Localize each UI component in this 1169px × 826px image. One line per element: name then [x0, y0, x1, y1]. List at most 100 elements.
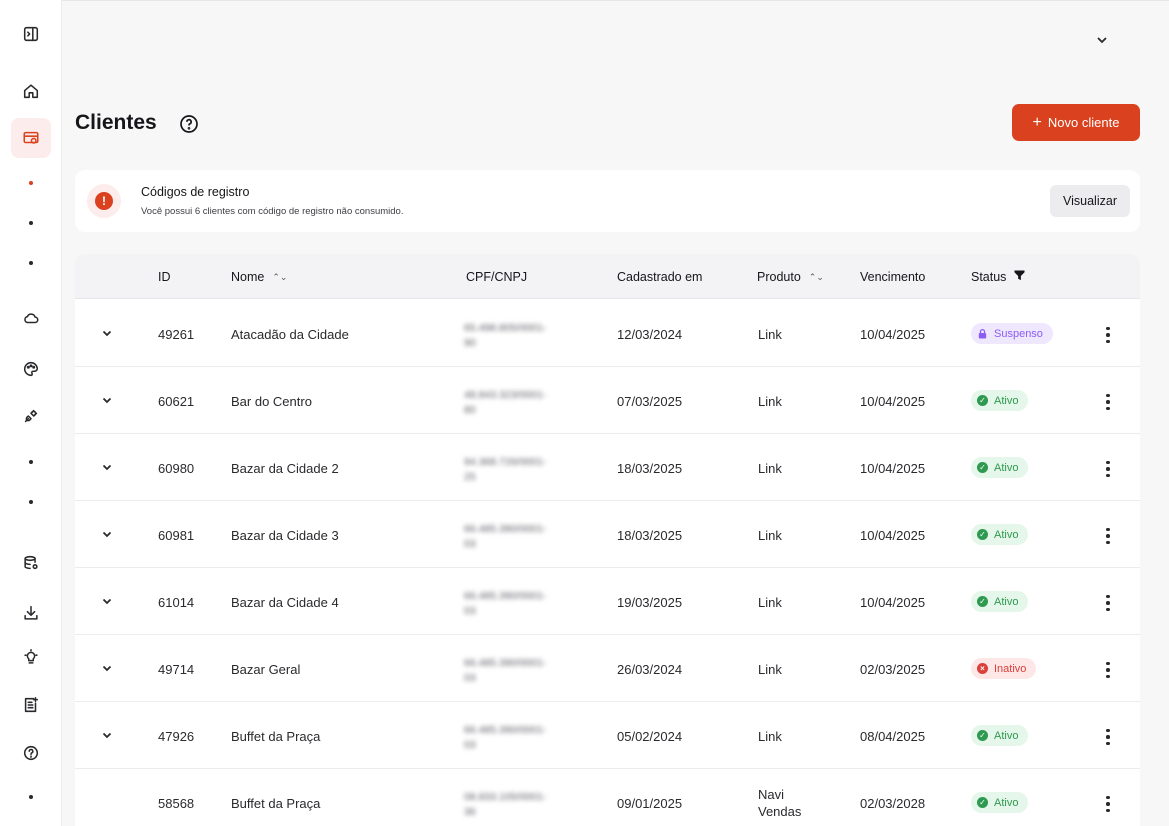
table-row[interactable]: 49714 Bazar Geral 66.485.390/0001- 03 26/03/…: [75, 635, 1140, 702]
plus-icon: +: [1032, 113, 1042, 131]
more-options-icon[interactable]: [1101, 392, 1115, 412]
table-row[interactable]: 60980 Bazar da Cidade 2 94.368.726/0001- 25…: [75, 434, 1140, 501]
cell-due: 10/04/2025: [860, 327, 926, 342]
table-row[interactable]: 60621 Bar do Centro 48.843.323/0001- 80 07/0…: [75, 367, 1140, 434]
submenu-dot[interactable]: [29, 261, 33, 265]
report-icon[interactable]: [11, 685, 51, 725]
more-options-icon[interactable]: [1101, 325, 1115, 345]
cloud-icon[interactable]: [11, 298, 51, 338]
chevron-down-icon[interactable]: [1092, 30, 1112, 50]
chevron-down-icon[interactable]: [101, 728, 115, 742]
cell-doc: 66.485.390/0001- 03: [464, 723, 559, 753]
column-header-product[interactable]: Produto ⌃⌄: [757, 270, 824, 284]
chevron-down-icon[interactable]: [101, 326, 115, 340]
chevron-down-icon[interactable]: [101, 393, 115, 407]
cell-product: Link: [758, 528, 782, 543]
chevron-down-icon[interactable]: [101, 460, 115, 474]
page-title: Clientes: [75, 111, 157, 134]
clients-table: ID Nome ⌃⌄ CPF/CNPJ Cadastrado em Produto…: [75, 254, 1140, 826]
submenu-dot[interactable]: [29, 795, 33, 799]
status-badge: ✓ Ativo: [971, 725, 1029, 746]
cell-doc-line1: 66.485.390/0001-: [464, 724, 547, 736]
question-circle-icon[interactable]: [179, 114, 199, 134]
lightbulb-icon[interactable]: [11, 637, 51, 677]
sidebar-toggle-icon[interactable]: [11, 14, 51, 54]
more-options-icon[interactable]: [1101, 526, 1115, 546]
table-row[interactable]: 47926 Buffet da Praça 66.485.390/0001- 03 05…: [75, 702, 1140, 769]
chevron-down-icon[interactable]: [101, 594, 115, 608]
cell-doc-line1: 66.485.390/0001-: [464, 590, 547, 602]
table-row[interactable]: 58568 Buffet da Praça 08.833.105/0001- 36 09…: [75, 769, 1140, 826]
clients-card-icon[interactable]: [11, 118, 51, 158]
cell-due: 10/04/2025: [860, 595, 926, 610]
cell-doc: 08.833.105/0001- 36: [464, 790, 559, 820]
cell-name[interactable]: Bazar da Cidade 4: [231, 595, 339, 610]
status-label: Ativo: [994, 595, 1019, 608]
cell-product: Link: [758, 595, 782, 610]
plug-icon[interactable]: [11, 396, 51, 436]
home-icon[interactable]: [11, 71, 51, 111]
alert-icon-wrap: !: [87, 184, 121, 218]
sort-icon[interactable]: ⌃⌄: [272, 272, 287, 283]
cell-doc-line2: 03: [464, 538, 476, 550]
status-badge: × Inativo: [971, 658, 1037, 679]
chevron-down-icon[interactable]: [101, 661, 115, 675]
cell-doc-line1: 48.843.323/0001-: [464, 389, 547, 401]
submenu-dot[interactable]: [29, 181, 33, 185]
palette-icon[interactable]: [11, 349, 51, 389]
view-button[interactable]: Visualizar: [1050, 185, 1130, 217]
check-circle-icon: ✓: [977, 797, 988, 808]
cell-created: 18/03/2025: [617, 528, 683, 543]
submenu-dot[interactable]: [29, 500, 33, 504]
help-icon[interactable]: [11, 733, 51, 773]
cell-doc-line1: 65.498.805/0001-: [464, 322, 547, 334]
cell-doc: 94.368.726/0001- 25: [464, 455, 559, 485]
more-options-icon[interactable]: [1101, 459, 1115, 479]
database-icon[interactable]: [11, 543, 51, 583]
cell-product: Link: [758, 327, 782, 342]
column-header-id: ID: [158, 270, 171, 284]
cell-doc: 48.843.323/0001- 80: [464, 388, 559, 418]
table-row[interactable]: 61014 Bazar da Cidade 4 66.485.390/0001- 03…: [75, 568, 1140, 635]
column-header-created: Cadastrado em: [617, 270, 703, 284]
cell-name[interactable]: Bazar da Cidade 2: [231, 461, 339, 476]
cell-doc-line2: 03: [464, 739, 476, 751]
status-badge: ✓ Ativo: [971, 524, 1029, 545]
submenu-dot[interactable]: [29, 460, 33, 464]
check-circle-icon: ✓: [977, 596, 988, 607]
filter-icon[interactable]: [1014, 270, 1025, 284]
status-label: Ativo: [994, 729, 1019, 742]
cell-due: 10/04/2025: [860, 394, 926, 409]
cell-id: 47926: [158, 729, 195, 744]
table-row[interactable]: 60981 Bazar da Cidade 3 66.485.390/0001- 03…: [75, 501, 1140, 568]
cell-doc-line2: 03: [464, 672, 476, 684]
status-label: Ativo: [994, 528, 1019, 541]
cell-name[interactable]: Buffet da Praça: [231, 729, 320, 744]
new-client-button[interactable]: + Novo cliente: [1012, 104, 1140, 141]
submenu-dot[interactable]: [29, 221, 33, 225]
cell-doc-line1: 66.485.390/0001-: [464, 523, 547, 535]
more-options-icon[interactable]: [1101, 593, 1115, 613]
more-options-icon[interactable]: [1101, 660, 1115, 680]
more-options-icon[interactable]: [1101, 794, 1115, 814]
table-row[interactable]: 49261 Atacadão da Cidade 65.498.805/0001- 9…: [75, 300, 1140, 367]
table-header: ID Nome ⌃⌄ CPF/CNPJ Cadastrado em Produto…: [75, 254, 1140, 299]
download-icon[interactable]: [11, 593, 51, 633]
cell-name[interactable]: Bazar Geral: [231, 662, 300, 677]
status-badge: ✓ Ativo: [971, 792, 1029, 813]
cell-product-line2: Vendas: [758, 804, 802, 819]
chevron-down-icon[interactable]: [101, 527, 115, 541]
more-options-icon[interactable]: [1101, 727, 1115, 747]
cell-name[interactable]: Buffet da Praça: [231, 796, 320, 811]
cell-due: 02/03/2025: [860, 662, 926, 677]
cell-doc: 66.485.390/0001- 03: [464, 589, 559, 619]
cell-name[interactable]: Bazar da Cidade 3: [231, 528, 339, 543]
check-circle-icon: ✓: [977, 462, 988, 473]
top-divider: [62, 0, 1169, 1]
sort-icon[interactable]: ⌃⌄: [809, 272, 824, 283]
cell-name[interactable]: Atacadão da Cidade: [231, 327, 349, 342]
cell-product: Link: [758, 461, 782, 476]
column-header-name[interactable]: Nome ⌃⌄: [231, 270, 287, 284]
check-circle-icon: ✓: [977, 529, 988, 540]
cell-name[interactable]: Bar do Centro: [231, 394, 312, 409]
